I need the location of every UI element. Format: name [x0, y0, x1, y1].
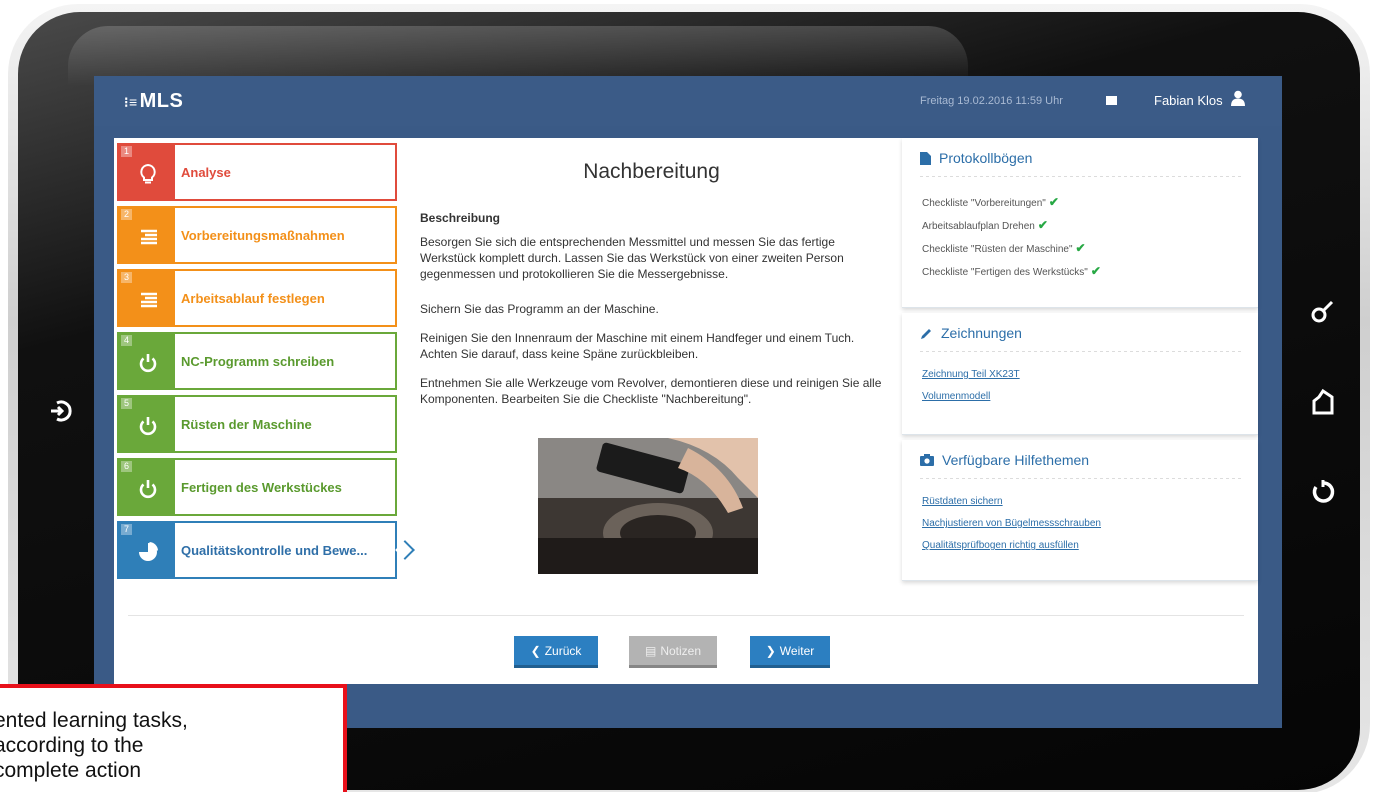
description-paragraph: Reinigen Sie den Innenraum der Maschine …: [420, 331, 855, 361]
help-link[interactable]: Qualitätsprüfbogen richtig ausfüllen: [922, 540, 1079, 551]
chevron-right-icon: ❯: [765, 643, 776, 658]
step-ruesten[interactable]: 5 Rüsten der Maschine: [117, 395, 397, 453]
protocol-item[interactable]: Checkliste "Rüsten der Maschine" ✔: [922, 241, 1086, 255]
notes-button[interactable]: ▤ Notizen: [629, 636, 717, 668]
back-button[interactable]: ❮ Zurück: [514, 636, 598, 668]
step-label: Qualitätskontrolle und Bewe...: [181, 543, 368, 558]
step-label: Fertigen des Werkstückes: [181, 480, 342, 495]
protocols-box: Protokollbögen Checkliste "Vorbereitunge…: [902, 138, 1258, 308]
description-paragraph: Entnehmen Sie alle Werkzeuge vom Revolve…: [420, 376, 882, 406]
drawing-link[interactable]: Zeichnung Teil XK23T: [922, 369, 1020, 380]
step-label: Arbeitsablauf festlegen: [181, 291, 325, 306]
datetime-display: Freitag 19.02.2016 11:59 Uhr: [920, 95, 1063, 107]
list-icon: [141, 292, 157, 308]
step-qualitaetskontrolle[interactable]: 7 Qualitätskontrolle und Bewe...: [117, 521, 415, 579]
document-icon: [920, 151, 931, 165]
checkmark-icon: ✔: [1048, 195, 1059, 209]
footer-divider: [128, 615, 1244, 616]
lightbulb-icon: [140, 163, 156, 184]
description-paragraph: Besorgen Sie sich die entsprechenden Mes…: [420, 235, 844, 281]
step-label: NC-Programm schreiben: [181, 354, 335, 369]
messages-icon[interactable]: [1106, 96, 1117, 105]
drawing-link[interactable]: Volumenmodell: [922, 391, 990, 402]
next-button[interactable]: ❯ Weiter: [750, 636, 830, 668]
help-title: Verfügbare Hilfethemen: [942, 452, 1090, 468]
callout-line: complete action: [0, 759, 142, 782]
help-link[interactable]: Rüstdaten sichern: [922, 496, 1003, 507]
drawings-title: Zeichnungen: [941, 325, 1022, 341]
help-link[interactable]: Nachjustieren von Bügelmessschrauben: [922, 518, 1101, 529]
main-panel: 1 Analyse 2 Vorbereitungsmaßnahmen 3 Arb…: [114, 138, 1258, 684]
refresh-hardware-icon[interactable]: [1310, 478, 1336, 511]
back-hardware-icon[interactable]: [48, 398, 74, 429]
user-name[interactable]: Fabian Klos: [1154, 93, 1223, 108]
step-arbeitsablauf[interactable]: 3 Arbeitsablauf festlegen: [117, 269, 397, 327]
pencil-icon: [921, 328, 931, 339]
step-fertigen[interactable]: 6 Fertigen des Werkstückes: [117, 458, 397, 516]
description-heading: Beschreibung: [420, 211, 501, 225]
pie-chart-icon: [139, 542, 158, 561]
measurement-photo: [538, 438, 758, 574]
callout-line: ented learning tasks,: [0, 709, 188, 732]
power-icon: [139, 354, 157, 373]
active-step-pointer: [395, 540, 415, 560]
step-vorbereitung[interactable]: 2 Vorbereitungsmaßnahmen: [117, 206, 397, 264]
document-icon: ▤: [644, 643, 657, 658]
list-icon: [141, 229, 157, 245]
step-nc-programm[interactable]: 4 NC-Programm schreiben: [117, 332, 397, 390]
description-paragraph: Sichern Sie das Programm an der Maschine…: [420, 302, 659, 316]
home-hardware-icon[interactable]: [1310, 388, 1336, 421]
protocol-item[interactable]: Arbeitsablaufplan Drehen ✔: [922, 218, 1048, 232]
page-title: Nachbereitung: [583, 160, 720, 183]
checkmark-icon: ✔: [1037, 218, 1048, 232]
help-topics-box: Verfügbare Hilfethemen Rüstdaten sichern…: [902, 440, 1258, 581]
camera-icon: [920, 454, 934, 466]
chevron-left-icon: ❮: [530, 643, 541, 658]
step-analyse[interactable]: 1 Analyse: [117, 143, 397, 201]
step-label: Rüsten der Maschine: [181, 417, 312, 432]
app-screen: ⁝≡ MLS Freitag 19.02.2016 11:59 Uhr Fabia…: [94, 76, 1282, 728]
protocol-item[interactable]: Checkliste "Vorbereitungen" ✔: [922, 195, 1059, 209]
callout-box: ented learning tasks, according to the c…: [0, 684, 347, 792]
checkmark-icon: ✔: [1090, 264, 1101, 278]
step-label: Vorbereitungsmaßnahmen: [181, 228, 345, 243]
top-bar: ⁝≡ MLS Freitag 19.02.2016 11:59 Uhr Fabia…: [94, 76, 1282, 126]
app-logo[interactable]: ⁝≡ MLS: [124, 90, 183, 113]
power-icon: [139, 417, 157, 436]
key-hardware-icon[interactable]: [1310, 296, 1336, 331]
tablet-stage: ⁝≡ MLS Freitag 19.02.2016 11:59 Uhr Fabia…: [0, 0, 1374, 792]
protocol-item[interactable]: Checkliste "Fertigen des Werkstücks" ✔: [922, 264, 1101, 278]
step-label: Analyse: [181, 165, 231, 180]
drawings-box: Zeichnungen Zeichnung Teil XK23T Volumen…: [902, 313, 1258, 435]
power-icon: [139, 480, 157, 499]
callout-line: according to the: [0, 734, 144, 757]
checkmark-icon: ✔: [1075, 241, 1086, 255]
protocols-title: Protokollbögen: [939, 150, 1033, 166]
user-icon[interactable]: [1231, 90, 1245, 106]
